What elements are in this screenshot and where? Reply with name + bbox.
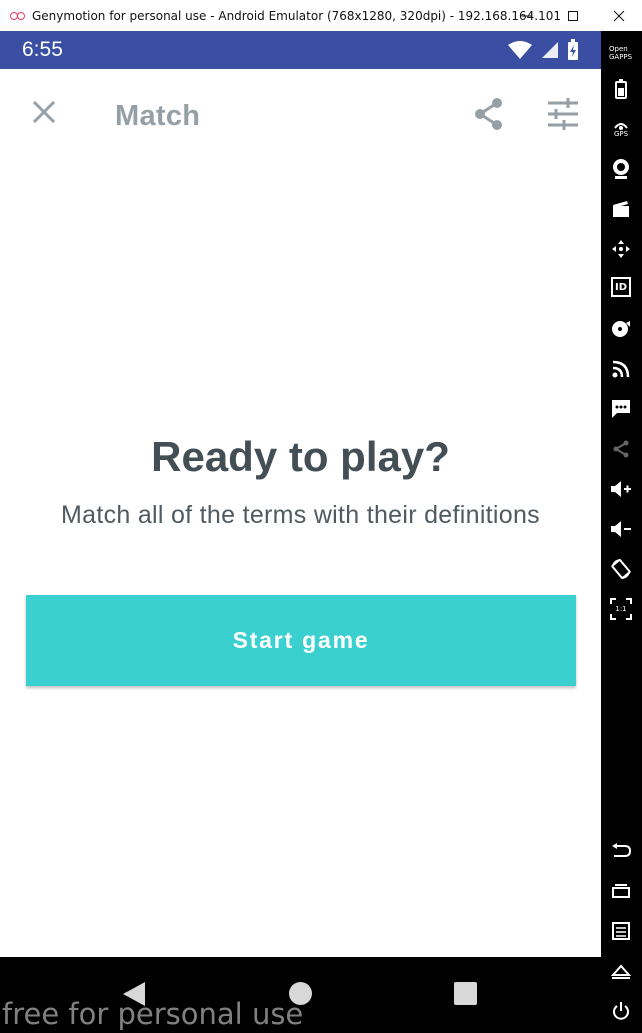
nav-recents-icon[interactable] [454,982,477,1005]
gps-label: GPS [613,130,629,138]
disk-icon[interactable] [609,317,633,341]
open-gapps-label: Open GAPPS [609,45,633,61]
rotate-icon[interactable] [609,557,633,581]
status-bar: 6:55 [0,31,601,69]
wifi-icon [508,41,532,59]
emulator-screen: 6:55 Match Ready to play? Match all of t… [0,31,601,957]
dpad-icon[interactable] [609,237,633,261]
sms-icon[interactable] [609,397,633,421]
sidebar-recents-icon[interactable] [609,879,633,903]
genymotion-logo-icon [10,11,25,21]
maximize-icon [568,10,578,21]
window-title: Genymotion for personal use - Android Em… [32,8,561,23]
maximize-button[interactable] [550,0,596,31]
battery-icon[interactable] [609,77,633,101]
camera-icon[interactable] [609,157,633,181]
media-icon[interactable] [609,197,633,221]
pixel-perfect-icon[interactable]: 1:1 [609,597,633,621]
sidebar-menu-icon[interactable] [609,919,633,943]
window-title-bar: Genymotion for personal use - Android Em… [0,0,642,32]
close-window-icon [613,10,625,21]
open-gapps-icon[interactable]: Open GAPPS [609,41,633,65]
identifiers-label: ID [614,281,628,293]
volume-up-icon[interactable] [609,477,633,501]
cellular-signal-icon [542,42,558,58]
sidebar-home-icon[interactable] [609,959,633,983]
power-icon[interactable] [609,999,633,1023]
battery-status-icon [568,39,578,60]
minimize-icon [522,15,532,16]
ready-headline: Ready to play? [151,433,450,480]
identifiers-icon[interactable]: ID [611,277,631,297]
status-time: 6:55 [22,38,63,61]
genymotion-sidebar: Open GAPPS GPS ID 1:1 [601,31,642,1033]
share-icon[interactable] [472,97,506,131]
minimize-button[interactable] [504,0,550,31]
close-window-button[interactable] [596,0,642,31]
sidebar-back-icon[interactable] [609,839,633,863]
app-bar: Match [0,69,601,161]
page-title: Match [115,100,201,132]
instructions-text: Match all of the terms with their defini… [61,501,540,529]
tune-icon[interactable] [546,98,580,130]
start-game-button[interactable]: Start game [26,595,576,686]
cast-icon[interactable] [609,357,633,381]
watermark-text: free for personal use [2,997,304,1031]
close-icon[interactable] [30,98,58,126]
volume-down-icon[interactable] [609,517,633,541]
gps-icon[interactable]: GPS [609,117,633,141]
sidebar-share-icon[interactable] [609,437,633,461]
